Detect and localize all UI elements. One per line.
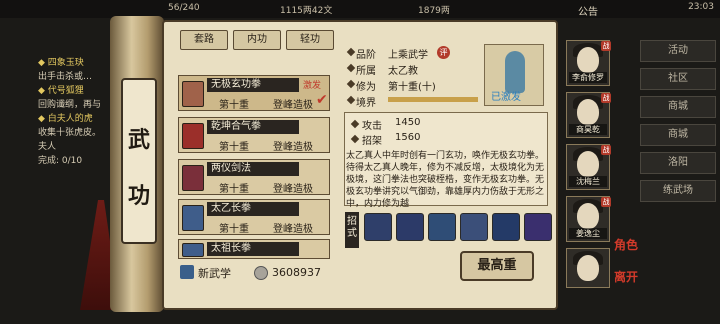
move-icon-6[interactable] xyxy=(524,213,552,241)
move-icon-5[interactable] xyxy=(492,213,520,241)
checkmark-icon: ✔ xyxy=(316,92,328,108)
skill-rank: 登峰造极 xyxy=(273,142,313,153)
move-icon-1[interactable] xyxy=(364,213,392,241)
level-value: 第十重(十) xyxy=(388,82,436,93)
grade-badge[interactable]: 评 xyxy=(437,46,450,59)
active-tag: 激发 xyxy=(303,81,322,91)
grade-label: 品阶 xyxy=(356,50,376,61)
leave-button[interactable]: 离开 xyxy=(614,268,638,285)
attack-label: 攻击 xyxy=(362,121,382,132)
sect-value: 太乙教 xyxy=(388,66,418,77)
face-icon xyxy=(577,255,599,281)
tab-inner-skill[interactable]: 内功 xyxy=(233,30,281,50)
money-counter: 1115两42文 xyxy=(280,6,333,16)
panel-title: 武 功 xyxy=(121,78,157,244)
tab-light-skill[interactable]: 轻功 xyxy=(286,30,334,50)
book-icon xyxy=(182,123,204,149)
skill-portrait: 已激发 xyxy=(484,44,544,106)
skill-level: 第十重 xyxy=(219,142,249,153)
character-name: 李俞修罗 xyxy=(569,72,607,83)
max-level-button[interactable]: 最高重 xyxy=(460,251,534,281)
activated-tag: 已激发 xyxy=(491,92,521,103)
skill-rank: 登峰造极 xyxy=(273,184,313,195)
battle-badge: 战 xyxy=(601,41,611,51)
realm-label: 境界 xyxy=(356,98,376,109)
grade-value: 上乘武学 xyxy=(388,50,428,61)
character-2[interactable]: 战 商昊乾 xyxy=(566,92,611,138)
face-icon xyxy=(577,47,599,73)
menu-community[interactable]: 社区 xyxy=(640,68,716,90)
face-icon xyxy=(577,151,599,177)
skill-name: 两仪剑法 xyxy=(207,162,299,176)
skill-level: 第十重 xyxy=(219,224,249,235)
character-3[interactable]: 战 沈梅兰 xyxy=(566,144,611,190)
book-icon xyxy=(182,81,204,107)
moves-label: 招式 xyxy=(345,212,359,248)
character-name: 商昊乾 xyxy=(569,124,607,135)
character-5[interactable] xyxy=(566,248,610,288)
parry-label: 招架 xyxy=(362,136,382,147)
move-icon-4[interactable] xyxy=(460,213,488,241)
skill-name: 太祖长拳 xyxy=(207,242,299,256)
realm-progress-bar xyxy=(388,97,478,102)
skill-name: 乾坤合气拳 xyxy=(207,120,299,134)
title-char: 武 xyxy=(127,127,150,153)
battle-badge: 战 xyxy=(601,145,611,155)
menu-shop-2[interactable]: 商城 xyxy=(640,124,716,146)
side-menu: 活动 社区 商城 商城 洛阳 练武场 xyxy=(640,40,716,208)
menu-shop[interactable]: 商城 xyxy=(640,96,716,118)
level-label: 修为 xyxy=(356,82,376,93)
face-icon xyxy=(577,99,599,125)
tab-routine[interactable]: 套路 xyxy=(180,30,228,50)
skill-rank: 登峰造极 xyxy=(273,224,313,235)
title-char: 功 xyxy=(127,183,150,209)
silver-counter: 1879两 xyxy=(418,6,450,16)
move-icon-3[interactable] xyxy=(428,213,456,241)
skill-item-0[interactable]: 无极玄功拳 激发 第十重 登峰造极 ✔ xyxy=(178,75,330,111)
skill-rank: 登峰造极 xyxy=(273,100,313,111)
top-resource-bar: 56/240 1115两42文 1879两 公告 23:03 xyxy=(0,0,720,18)
role-button[interactable]: 角色 xyxy=(614,236,638,253)
menu-training[interactable]: 练武场 xyxy=(640,180,716,202)
skill-level: 第十重 xyxy=(219,184,249,195)
character-name: 姜逸尘 xyxy=(569,228,607,239)
menu-activity[interactable]: 活动 xyxy=(640,40,716,62)
menu-city[interactable]: 洛阳 xyxy=(640,152,716,174)
skill-item-1[interactable]: 乾坤合气拳 第十重 登峰造极 xyxy=(178,117,330,153)
book-icon xyxy=(182,205,204,231)
face-icon xyxy=(577,203,599,229)
character-1[interactable]: 战 李俞修罗 xyxy=(566,40,611,86)
skill-item-4[interactable]: 太祖长拳 xyxy=(178,239,330,259)
character-4[interactable]: 战 姜逸尘 xyxy=(566,196,611,242)
clock: 23:03 xyxy=(688,2,714,12)
parry-value: 1560 xyxy=(395,132,421,143)
skill-item-2[interactable]: 两仪剑法 第十重 登峰造极 xyxy=(178,159,330,195)
realm-progress-fill xyxy=(388,97,478,102)
skill-item-3[interactable]: 太乙长拳 第十重 登峰造极 xyxy=(178,199,330,235)
coin-icon xyxy=(254,266,268,280)
move-icon-2[interactable] xyxy=(396,213,424,241)
battle-badge: 战 xyxy=(601,197,611,207)
new-skill-icon xyxy=(180,265,194,279)
energy-counter: 56/240 xyxy=(168,3,200,13)
sect-label: 所属 xyxy=(356,66,376,77)
book-icon xyxy=(182,243,204,257)
battle-badge: 战 xyxy=(601,93,611,103)
coin-count: 3608937 xyxy=(272,266,321,279)
attack-value: 1450 xyxy=(395,117,421,128)
new-skill-button[interactable]: 新武学 xyxy=(198,265,231,281)
skill-name: 太乙长拳 xyxy=(207,202,299,216)
skill-name: 无极玄功拳 xyxy=(207,78,299,92)
skill-description: 太乙真人中年时创有一门玄功，唤作无极玄功拳。待得太乙真人晚年，修为不减反增，太极… xyxy=(346,151,545,209)
notice-button[interactable]: 公告 xyxy=(578,3,598,18)
character-name: 沈梅兰 xyxy=(569,176,607,187)
skill-level: 第十重 xyxy=(219,100,249,111)
book-icon xyxy=(182,165,204,191)
meditating-figure-icon xyxy=(505,51,525,93)
